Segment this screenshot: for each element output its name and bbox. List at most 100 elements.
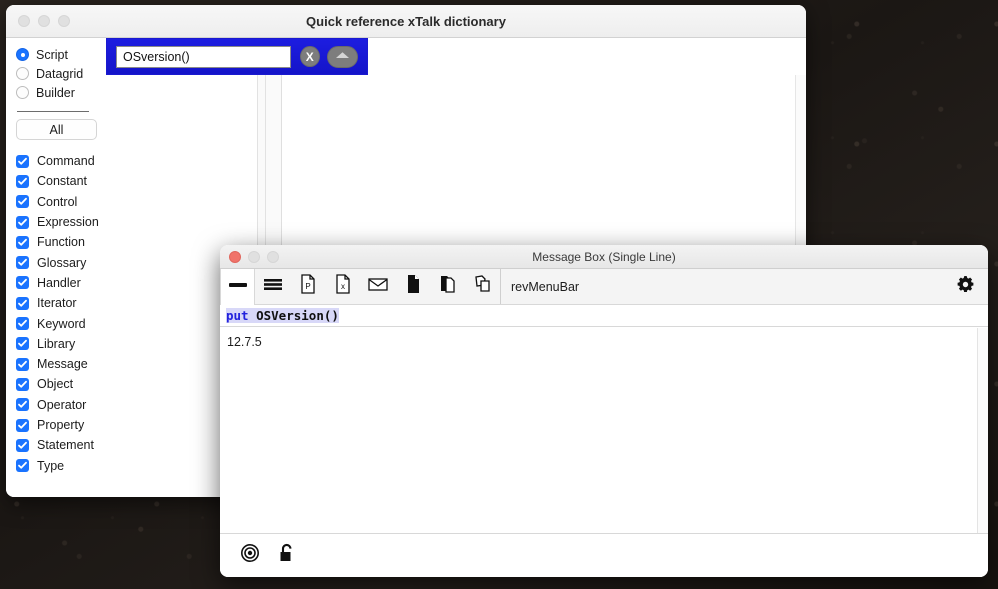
checkmark-icon[interactable] [16, 296, 29, 310]
message-box-toolbar: P x revMenuBar [220, 269, 988, 305]
svg-text:x: x [341, 282, 345, 291]
radio-datagrid-label: Datagrid [36, 66, 84, 81]
checkbox-row-operator[interactable]: Operator [16, 395, 106, 415]
message-box-command-line[interactable]: put OSVersion() [220, 305, 988, 327]
radio-option-builder[interactable]: Builder [16, 83, 106, 102]
unlock-padlock-icon[interactable] [278, 542, 296, 569]
message-box-window-title: Message Box (Single Line) [532, 249, 676, 264]
checkmark-icon[interactable] [16, 418, 29, 432]
copy-docs-icon [438, 274, 458, 299]
checkbox-label: Object [37, 377, 74, 392]
checkbox-row-control[interactable]: Control [16, 192, 106, 212]
checkbox-label: Glossary [37, 255, 87, 270]
checkbox-row-function[interactable]: Function [16, 232, 106, 252]
all-filter-button[interactable]: All [16, 119, 97, 140]
checkbox-label: Statement [37, 438, 94, 453]
checkbox-label: Message [37, 357, 88, 372]
checkbox-label: Library [37, 336, 76, 351]
checkbox-label: Property [37, 418, 85, 432]
radio-datagrid-indicator[interactable] [16, 67, 29, 80]
checkmark-icon[interactable] [16, 337, 29, 351]
message-box-window: Message Box (Single Line) P x revMenuBar… [220, 245, 988, 577]
radio-script-label: Script [36, 47, 68, 62]
checkmark-icon[interactable] [16, 377, 29, 391]
message-box-tool-icons: P x [220, 269, 500, 305]
multi-line-tab[interactable] [255, 269, 290, 304]
dictionary-titlebar: Quick reference xTalk dictionary [6, 5, 806, 38]
command-line-text: put OSVersion() [226, 308, 339, 323]
checkbox-row-iterator[interactable]: Iterator [16, 293, 106, 313]
checkmark-icon[interactable] [16, 438, 29, 452]
message-box-bottom-toolbar [220, 533, 988, 577]
checkbox-row-object[interactable]: Object [16, 374, 106, 394]
checkbox-label: Handler [37, 275, 81, 290]
checkmark-icon[interactable] [16, 276, 29, 290]
checkbox-row-message[interactable]: Message [16, 354, 106, 374]
radio-script-indicator[interactable] [16, 48, 29, 61]
overlap-docs-icon [473, 274, 493, 299]
checkbox-row-handler[interactable]: Handler [16, 273, 106, 293]
filled-doc-icon [404, 274, 422, 299]
powerpoint-doc-icon: P [299, 274, 317, 299]
checkmark-icon[interactable] [16, 215, 29, 229]
checkbox-label: Type [37, 458, 65, 473]
output-text: 12.7.5 [227, 335, 262, 349]
radio-builder-label: Builder [36, 85, 75, 100]
collapse-search-button[interactable] [326, 45, 358, 68]
checkbox-label: Expression [37, 215, 99, 230]
checkbox-row-keyword[interactable]: Keyword [16, 313, 106, 333]
message-box-output-area[interactable]: 12.7.5 [220, 328, 978, 533]
radio-option-datagrid[interactable]: Datagrid [16, 64, 106, 83]
powerpoint-doc-button[interactable]: P [290, 269, 325, 304]
clear-search-button[interactable]: X [300, 46, 320, 67]
excel-doc-icon: x [334, 274, 352, 299]
checkbox-label: Operator [37, 397, 87, 412]
radio-builder-indicator[interactable] [16, 86, 29, 99]
checkmark-icon[interactable] [16, 317, 29, 331]
checkbox-row-expression[interactable]: Expression [16, 212, 106, 232]
checkmark-icon[interactable] [16, 174, 29, 188]
checkbox-label: Iterator [37, 296, 77, 311]
checkbox-row-statement[interactable]: Statement [16, 435, 106, 455]
checkbox-row-constant[interactable]: Constant [16, 171, 106, 191]
email-button[interactable] [360, 269, 395, 304]
checkbox-row-command[interactable]: Command [16, 151, 106, 171]
checkbox-label: Constant [37, 174, 88, 189]
checkmark-icon[interactable] [16, 459, 29, 473]
target-record-icon[interactable] [240, 543, 260, 568]
checkbox-label: Keyword [37, 316, 86, 331]
checkmark-icon[interactable] [16, 154, 29, 168]
checkmark-icon[interactable] [16, 195, 29, 209]
overlap-docs-button[interactable] [465, 269, 500, 304]
command-keyword: put [226, 308, 249, 323]
checkbox-label: Command [37, 154, 95, 169]
copy-docs-button[interactable] [430, 269, 465, 304]
command-expression: OSVersion() [256, 308, 339, 323]
filled-doc-button[interactable] [395, 269, 430, 304]
checkbox-row-glossary[interactable]: Glossary [16, 252, 106, 272]
checkmark-icon[interactable] [16, 357, 29, 371]
search-bar: X [106, 38, 368, 75]
triangle-up-icon [334, 48, 351, 66]
checkbox-label: Function [37, 235, 85, 250]
checkmark-icon[interactable] [16, 235, 29, 249]
multi-line-icon [262, 276, 284, 297]
sidebar-divider [17, 111, 89, 112]
checkbox-row-type[interactable]: Type [16, 455, 106, 475]
radio-option-script[interactable]: Script [16, 45, 106, 64]
single-line-tab[interactable] [220, 269, 255, 305]
checkmark-icon[interactable] [16, 398, 29, 412]
output-scrollbar[interactable] [978, 328, 988, 533]
checkbox-row-property[interactable]: Property [16, 415, 106, 435]
checkbox-row-library[interactable]: Library [16, 334, 106, 354]
gear-icon [956, 275, 975, 299]
search-input[interactable] [116, 45, 291, 68]
dictionary-sidebar: Script Datagrid Builder All Command Cons… [6, 38, 106, 497]
excel-doc-button[interactable]: x [325, 269, 360, 304]
settings-button[interactable] [942, 269, 988, 304]
menubar-value-field[interactable]: revMenuBar [500, 269, 942, 304]
single-line-icon [227, 277, 249, 298]
checkmark-icon[interactable] [16, 256, 29, 270]
category-checkbox-list: Command Constant Control Expression Func… [16, 151, 106, 476]
dictionary-window-title: Quick reference xTalk dictionary [306, 13, 506, 29]
